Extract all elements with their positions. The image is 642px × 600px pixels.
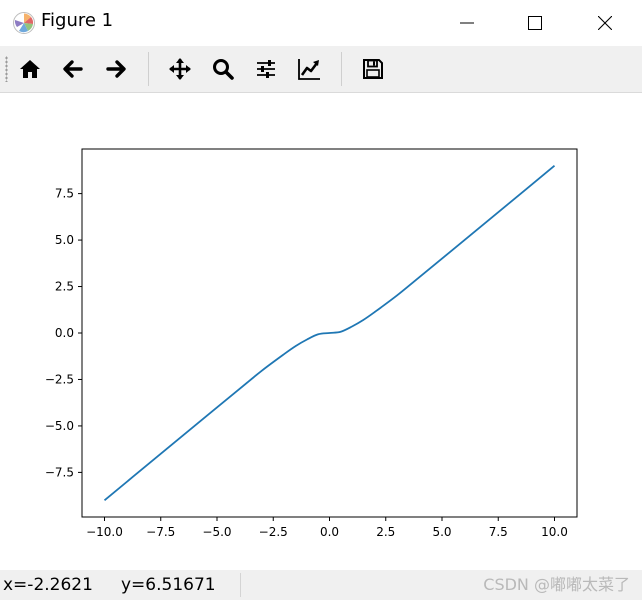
zoom-icon — [213, 59, 234, 80]
toolbar-separator — [148, 52, 149, 86]
x-coordinate-readout: x=-2.2621 — [3, 575, 93, 595]
y-axis: −7.5 −5.0 −2.5 0.0 2.5 5.0 7.5 — [45, 187, 82, 479]
matplotlib-logo-icon — [13, 12, 35, 34]
y-tick-label: 7.5 — [55, 187, 74, 201]
figure-canvas[interactable]: −10.0 −7.5 −5.0 −2.5 0.0 2.5 5.0 7.5 10.0 −7.5 −5… — [0, 93, 642, 570]
y-tick-label: −2.5 — [45, 372, 74, 386]
toolbar-separator — [341, 52, 342, 86]
y-coordinate-readout: y=6.51671 — [121, 575, 216, 595]
configure-subplots-button[interactable] — [252, 55, 280, 83]
status-bar: x=-2.2621 y=6.51671 CSDN @嘟嘟太菜了 — [0, 570, 642, 600]
x-tick-label: −2.5 — [259, 525, 288, 539]
x-tick-label: −10.0 — [86, 525, 123, 539]
minimize-icon — [460, 22, 474, 24]
watermark-text: CSDN @嘟嘟太菜了 — [483, 575, 630, 594]
close-button[interactable] — [570, 0, 640, 46]
x-tick-label: 10.0 — [541, 525, 568, 539]
home-icon — [20, 60, 40, 78]
save-icon — [363, 59, 383, 79]
toolbar-grip[interactable] — [5, 56, 8, 82]
zoom-button[interactable] — [209, 55, 237, 83]
x-tick-label: 5.0 — [432, 525, 451, 539]
title-bar: Figure 1 — [0, 0, 642, 47]
back-button[interactable] — [59, 55, 87, 83]
y-tick-label: −7.5 — [45, 465, 74, 479]
x-tick-label: 0.0 — [320, 525, 339, 539]
status-separator — [240, 573, 241, 597]
window-title: Figure 1 — [41, 10, 114, 31]
forward-arrow-icon — [106, 60, 126, 78]
pan-icon — [169, 58, 191, 80]
edit-axis-button[interactable] — [295, 55, 323, 83]
x-tick-label: −5.0 — [202, 525, 231, 539]
y-tick-label: 0.0 — [55, 326, 74, 340]
home-button[interactable] — [16, 55, 44, 83]
forward-button[interactable] — [102, 55, 130, 83]
y-tick-label: −5.0 — [45, 419, 74, 433]
maximize-button[interactable] — [500, 0, 570, 46]
x-tick-label: −7.5 — [146, 525, 175, 539]
y-tick-label: 2.5 — [55, 280, 74, 294]
back-arrow-icon — [63, 60, 83, 78]
edit-axis-icon — [298, 59, 320, 80]
y-tick-label: 5.0 — [55, 233, 74, 247]
close-icon — [598, 16, 612, 30]
save-button[interactable] — [359, 55, 387, 83]
x-tick-label: 7.5 — [489, 525, 508, 539]
x-tick-label: 2.5 — [376, 525, 395, 539]
configure-subplots-icon — [257, 60, 275, 78]
x-axis: −10.0 −7.5 −5.0 −2.5 0.0 2.5 5.0 7.5 10.0 — [86, 517, 568, 539]
maximize-icon — [528, 16, 542, 30]
navigation-toolbar — [0, 46, 642, 93]
minimize-button[interactable] — [432, 0, 502, 46]
pan-button[interactable] — [166, 55, 194, 83]
plot-area: −10.0 −7.5 −5.0 −2.5 0.0 2.5 5.0 7.5 10.0 −7.5 −5… — [45, 148, 578, 539]
